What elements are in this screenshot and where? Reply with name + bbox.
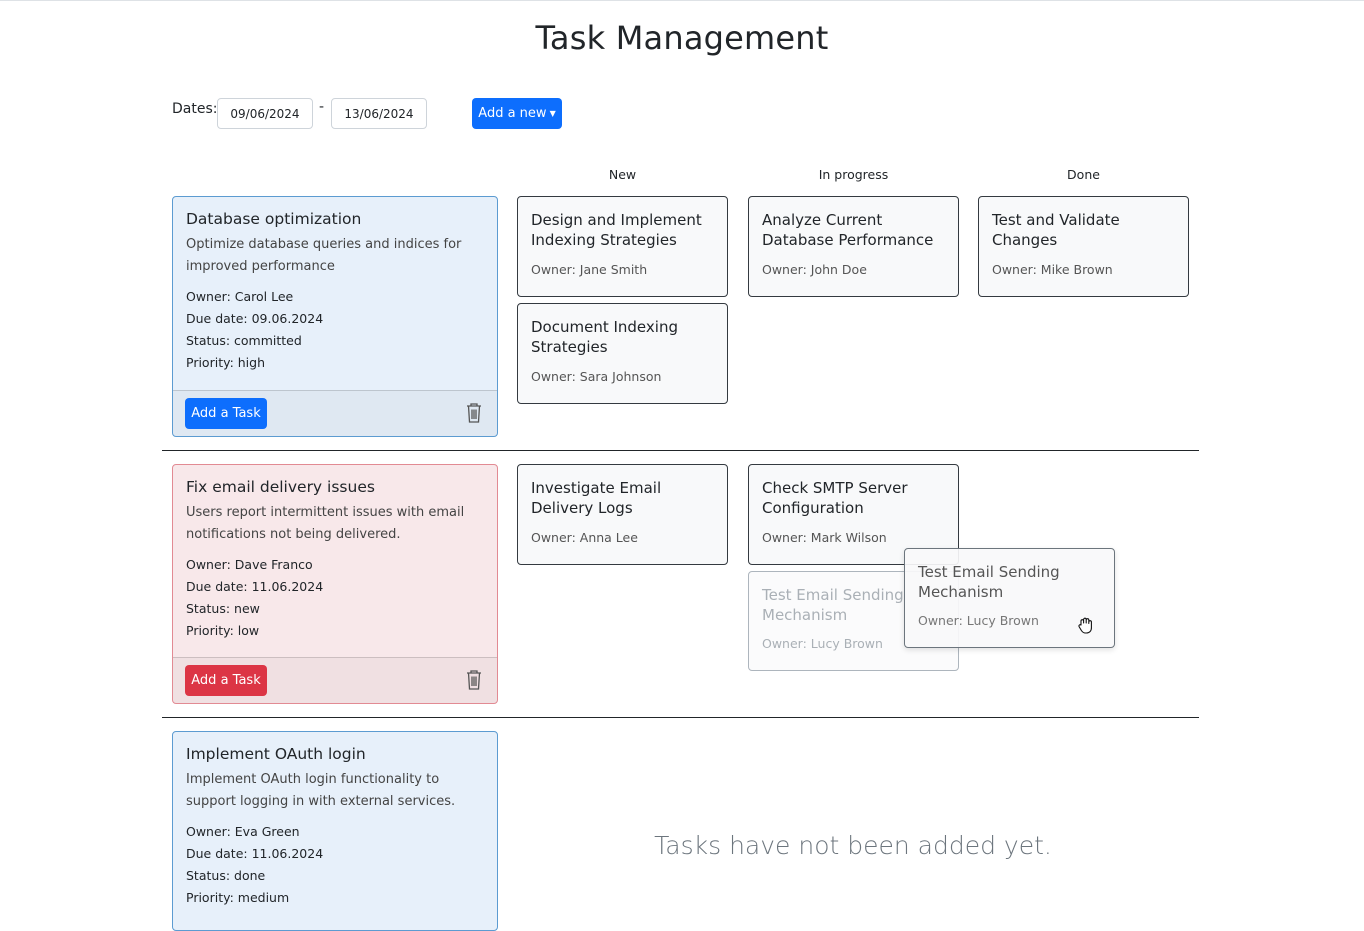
caret-down-icon: ▼ (549, 109, 556, 118)
story-priority: Priority: medium (186, 890, 290, 905)
task-title: Test and Validate Changes (992, 211, 1120, 249)
task-title: Check SMTP Server Configuration (762, 479, 908, 517)
empty-tasks-message: Tasks have not been added yet. (654, 831, 1052, 860)
task-title: Document Indexing Strategies (531, 318, 678, 356)
trash-icon[interactable] (465, 402, 483, 424)
row-divider (162, 450, 1199, 451)
add-task-button[interactable]: Add a Task (185, 398, 267, 429)
task-title: Design and Implement Indexing Strategies (531, 211, 702, 249)
story-title: Fix email delivery issues (186, 478, 375, 496)
story-footer: Add a Task (173, 657, 497, 703)
task-card[interactable]: Analyze Current Database Performance Own… (748, 196, 959, 297)
row-divider (162, 717, 1199, 718)
story-description: Optimize database queries and indices fo… (186, 237, 462, 274)
story-title: Implement OAuth login (186, 745, 366, 763)
task-owner: Owner: Anna Lee (531, 530, 638, 545)
date-separator: - (319, 99, 325, 115)
task-title: Investigate Email Delivery Logs (531, 479, 662, 517)
dates-label: Dates: (172, 101, 218, 117)
trash-icon[interactable] (465, 669, 483, 691)
story-owner: Owner: Eva Green (186, 824, 300, 839)
story-title: Database optimization (186, 210, 362, 228)
task-card[interactable]: Test and Validate Changes Owner: Mike Br… (978, 196, 1189, 297)
story-card: Implement OAuth login Implement OAuth lo… (172, 731, 498, 931)
story-due-date: Due date: 11.06.2024 (186, 579, 324, 594)
story-card: Database optimization Optimize database … (172, 196, 498, 437)
story-priority: Priority: high (186, 355, 266, 370)
task-owner: Owner: Sara Johnson (531, 369, 662, 384)
grab-hand-icon (1078, 617, 1092, 634)
task-title: Analyze Current Database Performance (762, 211, 934, 249)
story-card: Fix email delivery issues Users report i… (172, 464, 498, 704)
task-owner: Owner: John Doe (762, 262, 867, 277)
story-status: Status: done (186, 868, 266, 883)
task-title: Test Email Sending Mechanism (918, 563, 1060, 601)
date-from-input[interactable] (217, 98, 313, 129)
story-status: Status: new (186, 601, 260, 616)
task-owner: Owner: Mark Wilson (762, 530, 887, 545)
story-description: Users report intermittent issues with em… (186, 505, 465, 542)
task-owner: Owner: Lucy Brown (918, 613, 1039, 628)
add-new-dropdown-button[interactable]: Add a new ▼ (472, 98, 562, 129)
task-owner: Owner: Jane Smith (531, 262, 648, 277)
date-to-input[interactable] (331, 98, 427, 129)
add-task-button[interactable]: Add a Task (185, 665, 267, 696)
add-new-label: Add a new (478, 106, 547, 121)
story-due-date: Due date: 11.06.2024 (186, 846, 324, 861)
task-card[interactable]: Document Indexing Strategies Owner: Sara… (517, 303, 728, 404)
story-due-date: Due date: 09.06.2024 (186, 311, 324, 326)
column-header-new: New (608, 167, 637, 182)
story-owner: Owner: Dave Franco (186, 557, 313, 572)
column-header-in-progress: In progress (818, 167, 889, 182)
task-card[interactable]: Investigate Email Delivery Logs Owner: A… (517, 464, 728, 565)
page-title: Task Management (535, 19, 829, 57)
task-owner: Owner: Lucy Brown (762, 636, 883, 651)
story-footer: Add a Task (173, 390, 497, 436)
task-owner: Owner: Mike Brown (992, 262, 1113, 277)
story-owner: Owner: Carol Lee (186, 289, 294, 304)
column-header-done: Done (1067, 167, 1100, 182)
story-priority: Priority: low (186, 623, 260, 638)
story-status: Status: committed (186, 333, 302, 348)
story-description: Implement OAuth login functionality to s… (186, 772, 456, 809)
task-card[interactable]: Design and Implement Indexing Strategies… (517, 196, 728, 297)
